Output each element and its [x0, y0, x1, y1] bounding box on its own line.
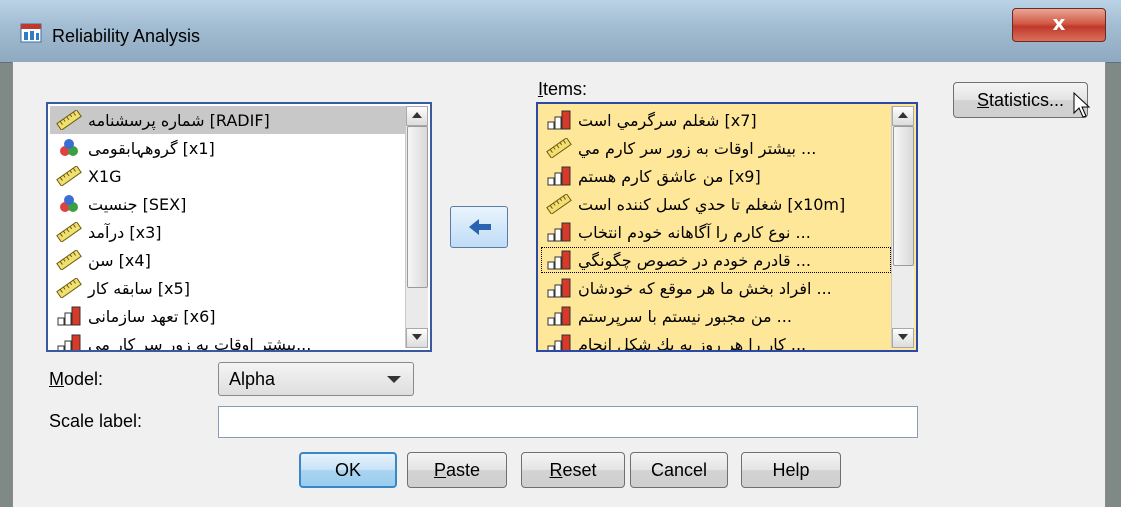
item-item-label: افراد بخش ما هر موقع كه خودشان ...: [578, 278, 832, 298]
nominal-balls-icon: [56, 194, 82, 214]
item-item-label: من عاشق كارم هستم [x9]: [578, 166, 761, 186]
scroll-up-button[interactable]: [892, 106, 914, 126]
variable-item-label: درآمد [x3]: [88, 222, 162, 242]
ruler-icon: [546, 137, 572, 159]
variable-item-label: بیشتر اوقات به زور سر کار می...: [88, 334, 312, 352]
scroll-down-button[interactable]: [892, 328, 914, 348]
item-item[interactable]: من عاشق كارم هستم [x9]: [540, 162, 892, 190]
items-label: Items:: [538, 79, 588, 99]
chevron-down-icon: [898, 334, 908, 340]
ordinal-bars-icon: [56, 306, 82, 326]
item-item-label: شغلم سرگرمي است [x7]: [578, 110, 757, 130]
item-item[interactable]: قادرم خودم در خصوص چگونگي ...: [540, 246, 892, 274]
model-dropdown[interactable]: Alpha: [218, 362, 414, 396]
item-item[interactable]: شغلم تا حدي كسل كننده است [x10m]: [540, 190, 892, 218]
ok-button[interactable]: OK: [299, 452, 397, 488]
ruler-icon: [56, 109, 82, 131]
dialog-body: شماره پرسشنامه [RADIF] گروهہابقومی [x1] X1…: [12, 62, 1106, 507]
scale-label-label: Scale label:: [49, 411, 143, 431]
help-button[interactable]: Help: [741, 452, 841, 488]
nominal-balls-icon: [56, 138, 82, 158]
move-to-items-button[interactable]: [450, 206, 508, 248]
ordinal-bars-icon: [56, 334, 82, 350]
cancel-button[interactable]: Cancel: [630, 452, 728, 488]
window-title: Reliability Analysis: [52, 26, 201, 46]
chevron-down-icon: [387, 376, 401, 383]
variable-item-label: سابقه کار [x5]: [88, 278, 190, 298]
variable-item-label: X1G: [88, 166, 122, 186]
items-list[interactable]: شغلم سرگرمي است [x7] بيشتر اوقات به زور س…: [536, 102, 918, 352]
variable-item-label: سن [x4]: [88, 250, 151, 270]
variable-item[interactable]: X1G: [50, 162, 405, 190]
item-item[interactable]: من مجبور نيستم با سرپرستم ...: [540, 302, 892, 330]
ruler-icon: [56, 277, 82, 299]
variable-item[interactable]: گروهہابقومی [x1]: [50, 134, 405, 162]
scroll-up-button[interactable]: [406, 106, 428, 126]
paste-button[interactable]: Paste: [407, 452, 507, 488]
variables-list-scrollbar[interactable]: [405, 106, 428, 348]
close-icon: x: [1052, 11, 1066, 35]
variable-item[interactable]: شماره پرسشنامه [RADIF]: [50, 106, 405, 134]
item-item[interactable]: نوع كارم را آگاهانه خودم انتخاب ...: [540, 218, 892, 246]
ordinal-bars-icon: [546, 110, 572, 130]
variable-item-label: گروهہابقومی [x1]: [88, 138, 215, 158]
item-item-label: كار را هر روز به يك شكل انجام ...: [578, 334, 807, 352]
variables-list[interactable]: شماره پرسشنامه [RADIF] گروهہابقومی [x1] X1…: [46, 102, 432, 352]
ordinal-bars-icon: [546, 222, 572, 242]
item-item-label: شغلم تا حدي كسل كننده است [x10m]: [578, 194, 846, 214]
variable-item-label: جنسیت [SEX]: [88, 194, 187, 214]
variable-item[interactable]: جنسیت [SEX]: [50, 190, 405, 218]
item-item-label: من مجبور نيستم با سرپرستم ...: [578, 306, 792, 326]
mouse-cursor-icon: [1073, 92, 1091, 118]
chevron-up-icon: [898, 112, 908, 118]
scale-label-input[interactable]: [218, 406, 918, 438]
arrow-left-icon: [469, 219, 491, 235]
variable-item-label: تعهد سازمانی [x6]: [88, 306, 216, 326]
scroll-thumb[interactable]: [893, 126, 914, 266]
variable-item[interactable]: سابقه کار [x5]: [50, 274, 405, 302]
chevron-up-icon: [412, 112, 422, 118]
variable-item-label: شماره پرسشنامه [RADIF]: [88, 110, 270, 130]
item-item[interactable]: بيشتر اوقات به زور سر كارم مي ...: [540, 134, 892, 162]
ordinal-bars-icon: [546, 250, 572, 270]
variable-item[interactable]: درآمد [x3]: [50, 218, 405, 246]
variable-item[interactable]: سن [x4]: [50, 246, 405, 274]
ordinal-bars-icon: [546, 334, 572, 350]
scroll-thumb[interactable]: [407, 126, 428, 288]
ordinal-bars-icon: [546, 306, 572, 326]
scroll-down-button[interactable]: [406, 328, 428, 348]
app-icon: [20, 23, 42, 43]
title-bar: Reliability Analysis x: [0, 0, 1121, 63]
ruler-icon: [56, 249, 82, 271]
close-button[interactable]: x: [1012, 8, 1106, 42]
reset-button[interactable]: Reset: [521, 452, 625, 488]
chevron-down-icon: [412, 334, 422, 340]
variable-item[interactable]: بیشتر اوقات به زور سر کار می...: [50, 330, 405, 352]
item-item-label: بيشتر اوقات به زور سر كارم مي ...: [578, 138, 817, 158]
item-item-label: قادرم خودم در خصوص چگونگي ...: [578, 250, 811, 270]
variable-item[interactable]: تعهد سازمانی [x6]: [50, 302, 405, 330]
item-item[interactable]: شغلم سرگرمي است [x7]: [540, 106, 892, 134]
ruler-icon: [546, 193, 572, 215]
items-list-scrollbar[interactable]: [891, 106, 914, 348]
item-item[interactable]: افراد بخش ما هر موقع كه خودشان ...: [540, 274, 892, 302]
statistics-button[interactable]: Statistics...: [953, 82, 1088, 118]
model-label: Model:: [49, 369, 104, 389]
ordinal-bars-icon: [546, 166, 572, 186]
item-item-label: نوع كارم را آگاهانه خودم انتخاب ...: [578, 222, 811, 242]
model-value: Alpha: [229, 369, 276, 389]
ruler-icon: [56, 165, 82, 187]
ordinal-bars-icon: [546, 278, 572, 298]
ruler-icon: [56, 221, 82, 243]
item-item[interactable]: كار را هر روز به يك شكل انجام ...: [540, 330, 892, 352]
